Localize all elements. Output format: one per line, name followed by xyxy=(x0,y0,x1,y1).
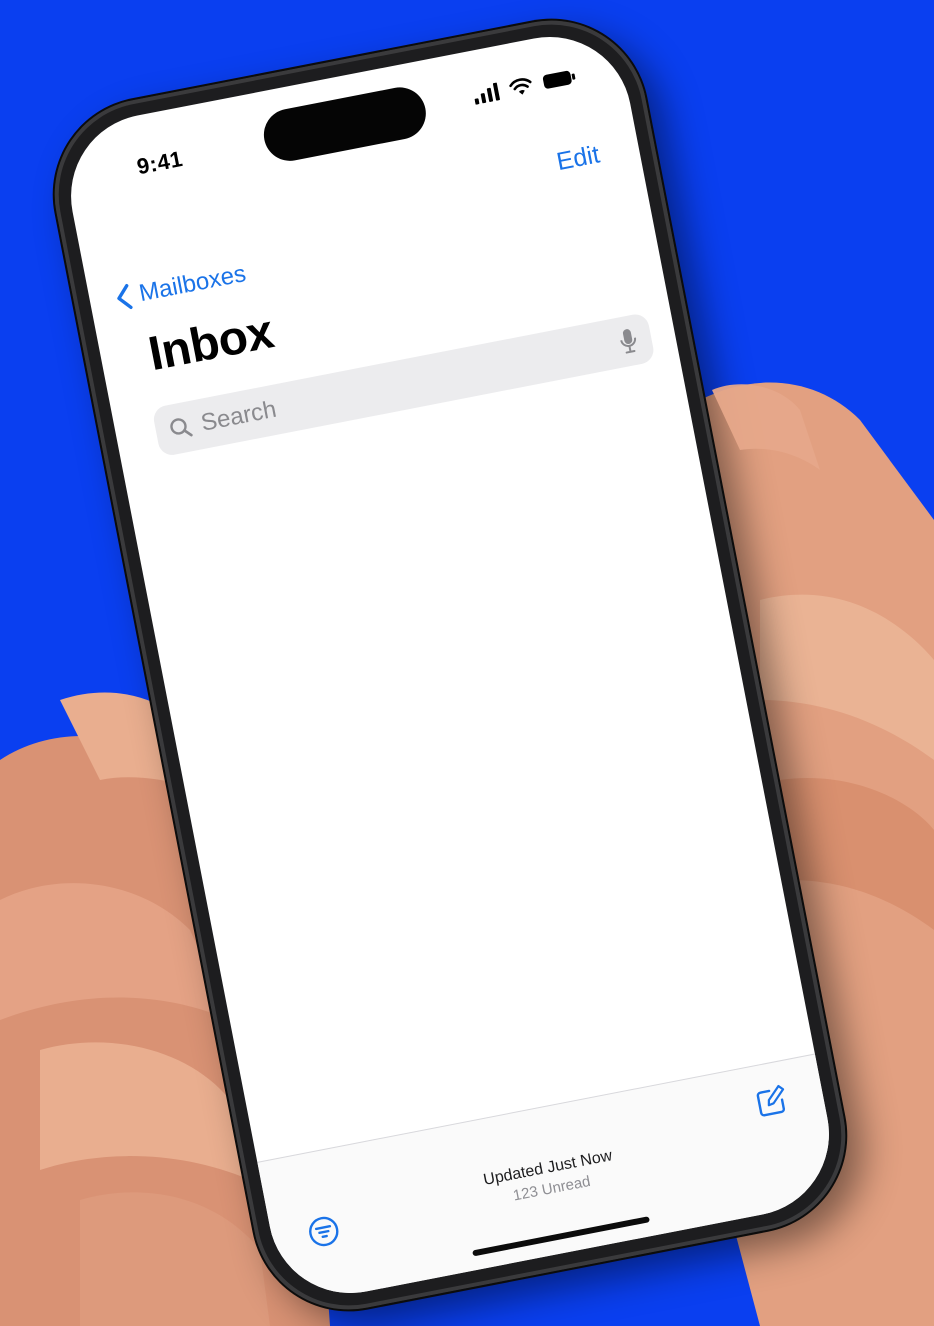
home-indicator[interactable] xyxy=(472,1216,650,1257)
dynamic-island xyxy=(259,82,431,166)
magnifying-glass-icon xyxy=(170,418,193,437)
mailbox-status: Updated Just Now 123 Unread xyxy=(267,1106,832,1252)
cellular-signal-icon xyxy=(474,82,500,105)
microphone-icon[interactable] xyxy=(617,326,640,357)
battery-icon xyxy=(542,70,576,89)
page-title: Inbox xyxy=(144,305,278,382)
unread-count-text: 123 Unread xyxy=(511,1172,592,1205)
updated-status-text: Updated Just Now xyxy=(481,1147,614,1189)
edit-button[interactable]: Edit xyxy=(554,140,602,177)
chevron-left-icon xyxy=(117,284,133,310)
back-button-label: Mailboxes xyxy=(136,260,249,308)
status-time: 9:41 xyxy=(134,145,185,180)
status-icons xyxy=(472,67,578,105)
compose-button[interactable] xyxy=(752,1083,790,1121)
compose-icon xyxy=(756,1084,785,1117)
back-button[interactable]: Mailboxes xyxy=(113,260,248,313)
wifi-icon xyxy=(509,78,532,95)
